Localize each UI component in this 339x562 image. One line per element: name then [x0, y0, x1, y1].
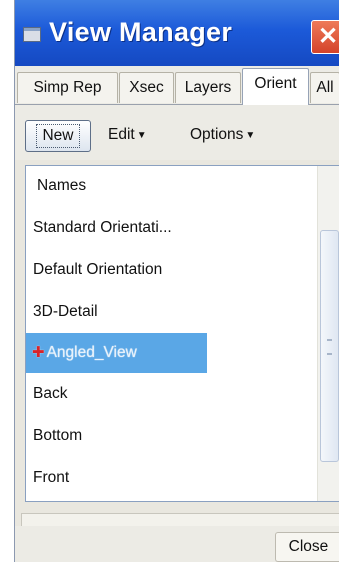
list-item[interactable]: Default Orientation	[26, 250, 162, 290]
edit-menu-label: Edit	[108, 126, 135, 143]
list-item[interactable]: Back	[26, 374, 67, 414]
window-close-button[interactable]: ✕	[311, 20, 339, 54]
toolbar: New Edit ▼ Options ▼	[15, 105, 339, 160]
tab-layers[interactable]: Layers	[175, 72, 241, 103]
view-manager-window: View Manager ✕ Simp Rep Xsec Layers Orie…	[14, 0, 339, 562]
close-button[interactable]: Close	[275, 532, 339, 562]
options-menu-label: Options	[190, 126, 244, 143]
red-arrow-icon: ✚	[32, 344, 45, 361]
list-item[interactable]: 3D-Detail	[26, 292, 98, 332]
list-item[interactable]: Front	[26, 458, 69, 498]
tab-simp-rep[interactable]: Simp Rep	[17, 72, 118, 103]
list-item-label: 3D-Detail	[33, 303, 98, 320]
window-icon	[23, 27, 41, 42]
tab-all[interactable]: All	[310, 72, 339, 103]
new-button[interactable]: New	[25, 120, 91, 152]
list-item[interactable]: Standard Orientati...	[26, 208, 172, 248]
window-title: View Manager	[49, 17, 233, 47]
edit-menu-button[interactable]: Edit ▼	[108, 120, 147, 150]
chevron-down-icon: ▼	[136, 130, 147, 141]
list-header: Names	[37, 177, 87, 194]
list-item-label: Back	[33, 385, 68, 402]
new-button-label: New	[36, 124, 80, 148]
title-bar[interactable]: View Manager ✕	[15, 0, 339, 66]
grip-icon	[327, 339, 332, 355]
list-item-label: Angled_View	[46, 344, 137, 361]
tab-xsec[interactable]: Xsec	[119, 72, 174, 103]
list-item-selected[interactable]: ✚ Angled_View	[26, 333, 207, 373]
list-item-label: Standard Orientati...	[33, 219, 172, 236]
options-menu-button[interactable]: Options ▼	[190, 120, 255, 150]
scrollbar-thumb[interactable]	[320, 230, 339, 462]
vertical-scrollbar[interactable]	[317, 166, 339, 501]
close-icon: ✕	[317, 23, 339, 50]
tab-strip: Simp Rep Xsec Layers Orient All	[15, 66, 339, 105]
tab-orient[interactable]: Orient	[242, 68, 309, 105]
list-item-label: Bottom	[33, 427, 83, 444]
status-bar	[21, 513, 339, 527]
list-item[interactable]: Bottom	[26, 416, 82, 456]
chevron-down-icon: ▼	[245, 130, 256, 141]
names-list[interactable]: Names Standard Orientati... Default Orie…	[25, 165, 339, 502]
dialog-footer: Close	[15, 526, 339, 562]
list-item-label: Default Orientation	[33, 261, 163, 278]
list-item-label: Front	[33, 469, 70, 486]
